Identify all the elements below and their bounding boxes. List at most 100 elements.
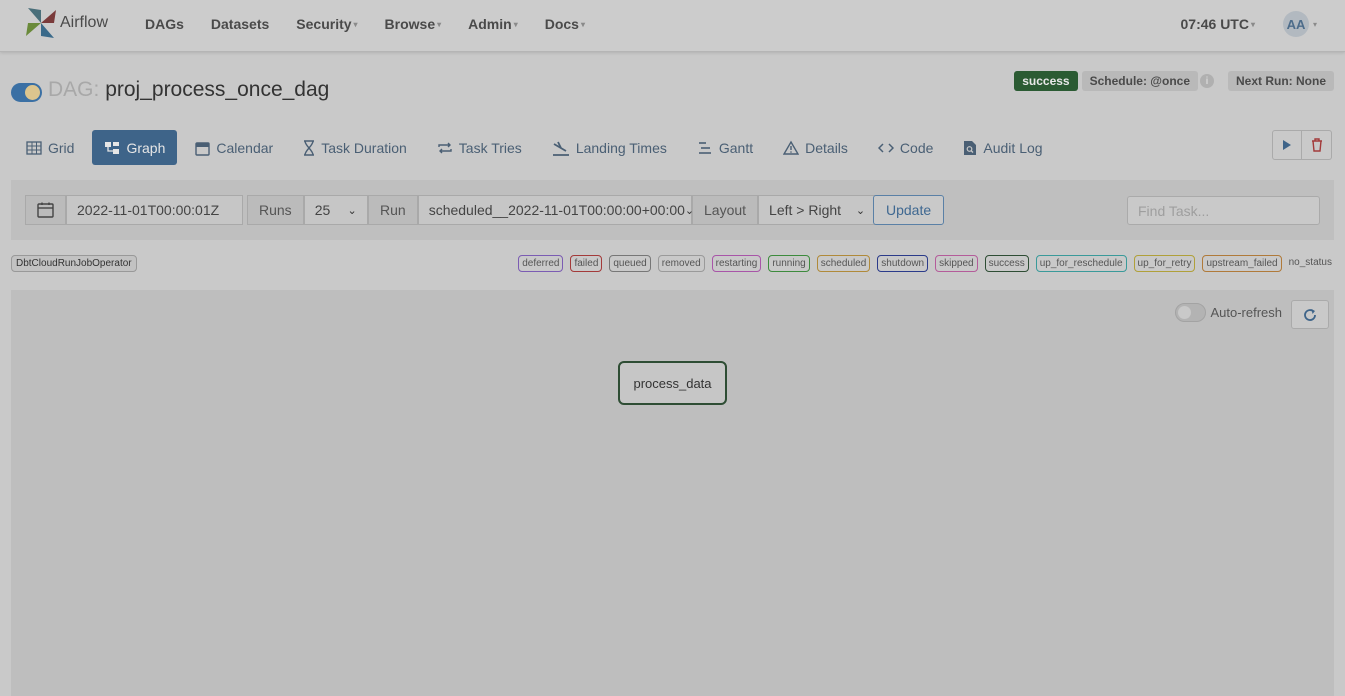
nav-item-admin[interactable]: Admin ▾ — [468, 16, 518, 32]
tab-task-tries[interactable]: Task Tries — [425, 130, 534, 165]
run-select[interactable]: scheduled__2022-11-01T00:00:00+00:00 ⌄ — [417, 195, 694, 225]
dag-pause-toggle[interactable] — [11, 83, 42, 102]
state-legend-item[interactable]: up_for_reschedule — [1035, 255, 1127, 272]
base-date-group: 2022-11-01T00:00:01Z — [25, 195, 243, 225]
graph-icon — [104, 140, 120, 156]
task-node[interactable]: process_data — [618, 361, 727, 405]
date-picker-button[interactable] — [25, 195, 66, 225]
state-legend-item[interactable]: upstream_failed — [1202, 255, 1282, 272]
run-label: Run — [368, 195, 418, 225]
auto-refresh-label: Auto-refresh — [1210, 305, 1282, 320]
calendar-icon — [195, 140, 211, 156]
dag-actions — [1272, 130, 1332, 160]
caret-down-icon: ▾ — [1312, 19, 1317, 29]
user-avatar[interactable]: AA — [1282, 11, 1309, 37]
tab-label: Gantt — [718, 139, 754, 156]
code-icon — [877, 140, 894, 156]
caret-down-icon: ▾ — [580, 19, 585, 29]
run-group: Run scheduled__2022-11-01T00:00:00+00:00… — [368, 195, 694, 225]
state-legend-item[interactable]: success — [984, 255, 1029, 272]
nav-item-label: Security — [296, 16, 352, 32]
caret-down-icon: ▾ — [353, 19, 358, 29]
tab-grid[interactable]: Grid — [14, 130, 86, 165]
base-date-input[interactable]: 2022-11-01T00:00:01Z — [66, 195, 243, 225]
layout-group: Layout Left > Right ⌄ — [692, 195, 877, 225]
run-value: scheduled__2022-11-01T00:00:00+00:00 — [428, 202, 685, 218]
state-legend-no-status[interactable]: no_status — [1289, 255, 1332, 272]
info-icon[interactable]: i — [1200, 74, 1214, 88]
tab-task-duration[interactable]: Task Duration — [291, 130, 419, 165]
caret-down-icon: ▾ — [1250, 19, 1255, 29]
layout-value: Left > Right — [769, 202, 842, 218]
timezone-dropdown[interactable]: 07:46 UTC ▾ — [1181, 16, 1255, 32]
auto-refresh-control[interactable]: Auto-refresh — [1175, 303, 1282, 322]
runs-select[interactable]: 25 ⌄ — [303, 195, 368, 225]
tab-calendar[interactable]: Calendar — [183, 130, 285, 165]
update-group: Update — [873, 195, 945, 225]
state-legend-item[interactable]: up_for_retry — [1133, 255, 1196, 272]
brand-name: Airflow — [60, 14, 109, 31]
layout-label: Layout — [692, 195, 759, 225]
tab-label: Audit Log — [983, 139, 1043, 156]
grid-icon — [26, 140, 42, 156]
schedule-badge: Schedule: @once — [1081, 71, 1198, 91]
dag-label: DAG: — [48, 78, 100, 101]
nav-item-dags[interactable]: DAGs — [145, 16, 184, 32]
nav-item-browse[interactable]: Browse ▾ — [385, 16, 442, 32]
caret-down-icon: ▾ — [513, 19, 518, 29]
state-legend-item[interactable]: shutdown — [877, 255, 929, 272]
tab-label: Code — [899, 139, 934, 156]
page-title: DAG: proj_process_once_dag — [48, 78, 329, 102]
runs-value: 25 — [314, 202, 331, 218]
current-time: 07:46 UTC — [1180, 16, 1249, 32]
nav-menu: DAGs Datasets Security ▾ Browse ▾ Admin ▾ D… — [145, 0, 612, 48]
nav-item-datasets[interactable]: Datasets — [211, 16, 269, 32]
state-legend-item[interactable]: restarting — [711, 255, 762, 272]
state-legend: deferred failed queued removed restarting run… — [511, 255, 1332, 272]
state-legend-item[interactable]: scheduled — [816, 255, 871, 272]
runs-group: Runs 25 ⌄ — [247, 195, 368, 225]
chevron-down-icon: ⌄ — [347, 204, 357, 217]
airflow-logo[interactable]: Airflow — [24, 6, 108, 40]
chevron-down-icon: ⌄ — [855, 204, 866, 217]
tab-gantt[interactable]: Gantt — [685, 130, 765, 165]
state-legend-item[interactable]: running — [768, 255, 810, 272]
refresh-button[interactable] — [1291, 300, 1329, 329]
delete-dag-button[interactable] — [1302, 130, 1332, 160]
nav-item-label: Docs — [544, 16, 579, 32]
state-legend-item[interactable]: failed — [570, 255, 603, 272]
nav-item-label: Datasets — [210, 16, 270, 32]
graph-canvas[interactable]: Auto-refresh process_data — [11, 290, 1334, 696]
tab-landing-times[interactable]: Landing Times — [540, 130, 679, 165]
landing-icon — [552, 140, 570, 156]
nav-right: 07:46 UTC ▾ AA ▾ — [1181, 0, 1317, 48]
auto-refresh-toggle[interactable] — [1175, 303, 1207, 322]
state-legend-item[interactable]: queued — [609, 255, 651, 272]
toggle-knob — [1178, 306, 1192, 319]
nav-item-docs[interactable]: Docs ▾ — [545, 16, 585, 32]
tab-code[interactable]: Code — [866, 130, 945, 165]
update-button[interactable]: Update — [873, 195, 945, 225]
hourglass-icon — [303, 139, 315, 156]
gantt-icon — [697, 140, 713, 156]
dag-name: proj_process_once_dag — [105, 78, 330, 101]
layout-select[interactable]: Left > Right ⌄ — [758, 195, 877, 225]
tab-details[interactable]: Details — [771, 130, 860, 165]
tab-label: Task Duration — [321, 139, 407, 156]
state-legend-item[interactable]: deferred — [518, 255, 564, 272]
tab-label: Graph — [126, 139, 166, 156]
nav-item-label: Browse — [384, 16, 436, 32]
state-legend-item[interactable]: skipped — [935, 255, 978, 272]
tab-graph[interactable]: Graph — [92, 130, 178, 165]
airflow-pinwheel-icon — [26, 8, 56, 38]
top-navbar: Airflow DAGs Datasets Security ▾ Browse ▾ … — [0, 0, 1345, 52]
find-task-input[interactable]: Find Task... — [1127, 196, 1320, 225]
tab-label: Task Tries — [458, 139, 522, 156]
tab-audit-log[interactable]: Audit Log — [951, 130, 1054, 165]
operator-legend: DbtCloudRunJobOperator — [11, 255, 137, 272]
refresh-icon — [1304, 308, 1316, 321]
trigger-dag-button[interactable] — [1272, 130, 1302, 160]
nav-item-security[interactable]: Security ▾ — [296, 16, 357, 32]
view-tabs: Grid Graph Calendar Task Duration Task T… — [14, 130, 1061, 165]
state-legend-item[interactable]: removed — [657, 255, 705, 272]
